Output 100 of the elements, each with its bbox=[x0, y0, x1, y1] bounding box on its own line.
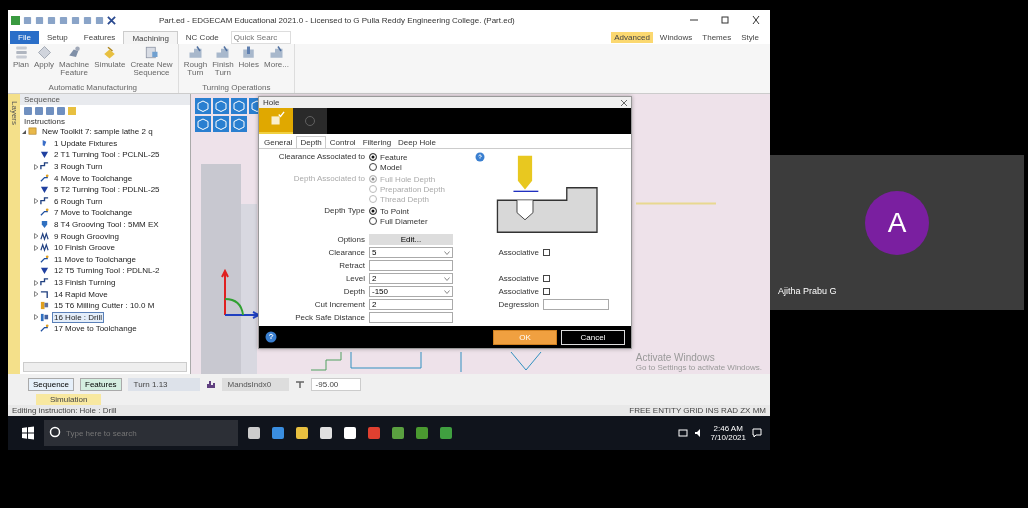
ribbon-tab[interactable]: NC Code bbox=[177, 31, 227, 44]
tree-item[interactable]: 3 Rough Turn bbox=[52, 161, 105, 173]
field-label: Level bbox=[344, 274, 366, 283]
input-field[interactable]: 2 bbox=[369, 299, 453, 310]
scrollbar[interactable] bbox=[23, 362, 187, 372]
cube-icon[interactable] bbox=[213, 116, 229, 132]
taskbar-search-field[interactable]: Type here to search bbox=[44, 420, 238, 446]
expand-arrow-icon[interactable] bbox=[32, 197, 40, 206]
group-label: Automatic Manufacturing bbox=[47, 83, 139, 93]
notification-icon[interactable] bbox=[752, 428, 762, 438]
panel-tab[interactable]: Sequence bbox=[28, 377, 75, 391]
checkbox[interactable] bbox=[543, 288, 550, 295]
quick-search-field[interactable]: Quick Searc bbox=[230, 31, 291, 44]
input-field[interactable] bbox=[369, 312, 453, 323]
field-label: Associative bbox=[497, 287, 540, 296]
close-icon[interactable] bbox=[107, 15, 116, 25]
ribbon-menu[interactable]: Themes bbox=[699, 31, 735, 43]
ribbon-tab[interactable]: Setup bbox=[38, 31, 76, 44]
ribbon-button[interactable]: Create New Sequence bbox=[128, 45, 175, 83]
activation-notice: Activate Windows bbox=[635, 352, 716, 363]
radio-option[interactable]: To Point bbox=[369, 206, 409, 216]
windows-start-icon[interactable] bbox=[20, 425, 36, 441]
cube-icon[interactable] bbox=[195, 116, 211, 132]
tree-item[interactable]: 5 T2 Turning Tool : PDLNL-25 bbox=[52, 184, 162, 196]
status-message: Editing instruction: Hole : Drill bbox=[12, 406, 117, 415]
ribbon-menu[interactable]: Style bbox=[738, 31, 762, 43]
ribbon-tab[interactable]: Machining bbox=[123, 31, 178, 44]
dialog-tab[interactable]: Depth bbox=[296, 136, 326, 148]
tree-item[interactable]: 16 Hole : Drill bbox=[52, 311, 104, 323]
operation-icon bbox=[40, 324, 49, 334]
dialog-tab[interactable]: Control bbox=[326, 136, 359, 148]
tree-item[interactable]: 1 Update Fixtures bbox=[52, 137, 120, 149]
ribbon-button[interactable]: Finish Turn bbox=[210, 45, 236, 83]
ribbon-button[interactable]: Holes bbox=[236, 45, 262, 83]
tree-item[interactable]: 10 Finish Groove bbox=[52, 242, 117, 254]
tree-item[interactable]: 7 Move to Toolchange bbox=[52, 207, 135, 219]
layers-side-tab[interactable]: Layers bbox=[8, 94, 20, 374]
expand-arrow-icon[interactable] bbox=[32, 162, 40, 171]
help-icon[interactable] bbox=[265, 331, 277, 343]
cancel-button[interactable]: Cancel bbox=[561, 329, 625, 345]
field-label: Options bbox=[336, 235, 366, 244]
input-field[interactable] bbox=[543, 299, 609, 310]
ribbon-button[interactable]: Plan bbox=[11, 45, 31, 83]
tree-item[interactable]: 2 T1 Turning Tool : PCLNL-25 bbox=[52, 149, 162, 161]
target-tile[interactable] bbox=[293, 108, 327, 134]
turning-icon bbox=[187, 45, 203, 60]
taskbar-app-icon[interactable] bbox=[318, 425, 334, 441]
edit-button[interactable]: Edit... bbox=[369, 234, 453, 245]
ribbon-menu[interactable]: Advanced bbox=[611, 31, 653, 43]
section-label: Instructions bbox=[23, 117, 66, 126]
dialog-tab[interactable]: Deep Hole bbox=[395, 136, 439, 148]
tree-item[interactable]: 9 Rough Grooving bbox=[52, 230, 121, 242]
radio-option[interactable]: Full Diameter bbox=[369, 216, 428, 226]
dropdown-field[interactable]: 5 bbox=[369, 247, 453, 258]
simulation-button[interactable]: Simulation bbox=[36, 394, 102, 405]
tree-item[interactable]: 14 Rapid Move bbox=[52, 288, 110, 300]
tree-item[interactable]: New Toolkit 7: sample lathe 2 q bbox=[40, 126, 155, 138]
cube-icon[interactable] bbox=[231, 98, 247, 114]
radio-option[interactable]: Feature bbox=[369, 152, 408, 162]
ribbon-tab[interactable]: Features bbox=[75, 31, 124, 44]
dropdown-field[interactable]: -150 bbox=[369, 286, 453, 297]
dialog-tab[interactable]: Filtering bbox=[359, 136, 395, 148]
tree-item[interactable]: 12 T5 Turning Tool : PDLNL-2 bbox=[52, 265, 162, 277]
close-icon[interactable] bbox=[621, 99, 627, 106]
taskbar-app-icon[interactable] bbox=[246, 425, 262, 441]
app-icon[interactable] bbox=[11, 15, 20, 25]
turning-icon bbox=[269, 45, 284, 60]
cube-icon[interactable] bbox=[213, 98, 229, 114]
taskbar-app-icon[interactable] bbox=[390, 425, 406, 441]
input-field[interactable] bbox=[369, 260, 453, 271]
tree-item[interactable]: 13 Finish Turning bbox=[52, 277, 118, 288]
field-label: Cut Increment bbox=[313, 300, 366, 309]
checkbox[interactable] bbox=[543, 275, 550, 282]
dropdown-field[interactable]: 2 bbox=[369, 273, 453, 284]
ribbon-button[interactable]: More... bbox=[262, 45, 291, 83]
ribbon-button[interactable]: Machine Feature bbox=[57, 45, 92, 83]
tree-item[interactable]: 15 T6 Milling Cutter : 10.0 M bbox=[52, 300, 157, 312]
dialog-tab[interactable]: General bbox=[261, 136, 296, 148]
network-icon[interactable] bbox=[678, 428, 689, 438]
ribbon-menu[interactable]: Windows bbox=[656, 31, 696, 43]
panel-tab[interactable]: Features bbox=[80, 377, 122, 391]
tree-item[interactable]: 8 T4 Grooving Tool : 5MM EX bbox=[52, 219, 161, 231]
ribbon-button[interactable]: Simulate bbox=[92, 45, 128, 83]
expand-arrow-icon[interactable] bbox=[32, 313, 40, 322]
ribbon-button[interactable]: Rough Turn bbox=[181, 45, 210, 83]
cube-icon[interactable] bbox=[195, 98, 211, 114]
angle-dropdown[interactable]: -95.00 bbox=[310, 377, 361, 391]
cube-icon[interactable] bbox=[231, 116, 247, 132]
radio-option[interactable]: Model bbox=[369, 162, 402, 172]
tree-item[interactable]: 6 Rough Turn bbox=[52, 195, 105, 207]
taskbar-app-icon[interactable] bbox=[342, 425, 358, 441]
tree-item[interactable]: 17 Move to Toolchange bbox=[52, 323, 139, 335]
taskbar-app-icon[interactable] bbox=[294, 425, 310, 441]
ribbon-button[interactable]: Apply bbox=[32, 45, 57, 83]
tree-item[interactable]: 4 Move to Toolchange bbox=[52, 172, 135, 184]
tree-item[interactable]: 11 Move to Toolchange bbox=[52, 253, 138, 265]
checkbox[interactable] bbox=[543, 249, 550, 256]
feature-tile[interactable] bbox=[259, 108, 293, 134]
ribbon-tab[interactable]: File bbox=[10, 31, 39, 44]
operation-icon bbox=[40, 173, 49, 183]
